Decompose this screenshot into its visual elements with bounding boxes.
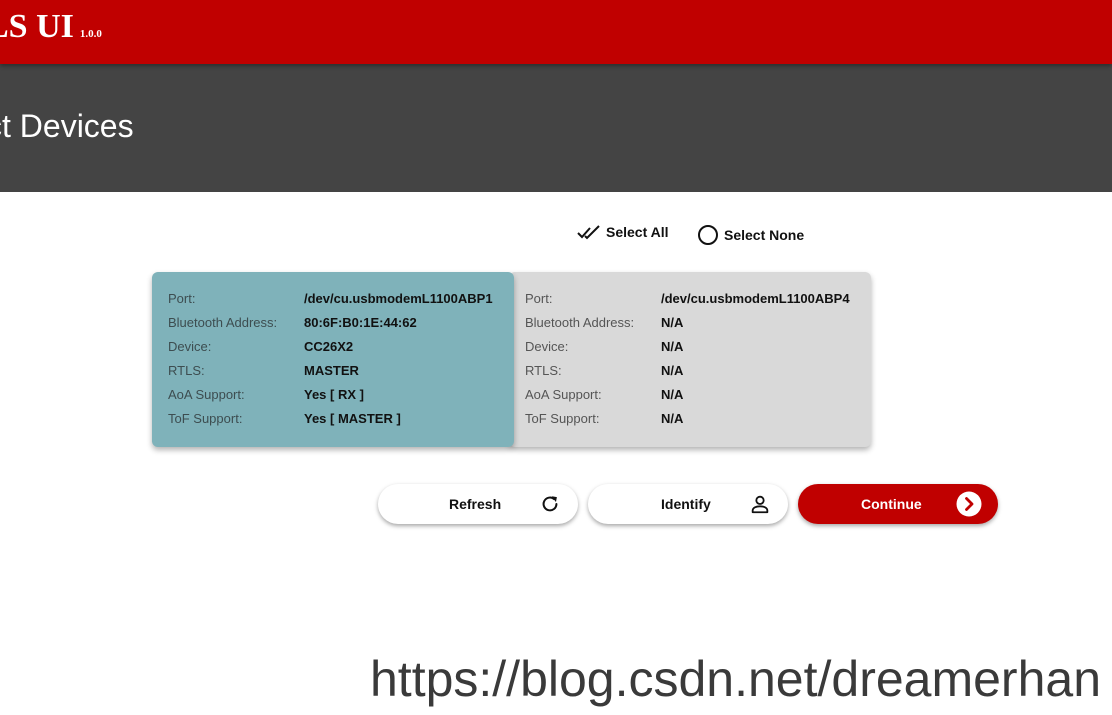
field-value: N/A: [661, 339, 684, 354]
field-value: N/A: [661, 363, 684, 378]
field-label: RTLS:: [525, 363, 562, 378]
identify-button[interactable]: Identify: [588, 484, 788, 524]
field-value: N/A: [661, 411, 684, 426]
select-all-label: Select All: [606, 224, 669, 240]
field-value: Yes [ MASTER ]: [304, 411, 401, 426]
refresh-label: Refresh: [449, 496, 502, 512]
page-header: ct Devices: [0, 64, 1112, 192]
field-value: N/A: [661, 315, 684, 330]
select-none-label: Select None: [724, 227, 805, 243]
device-card-2[interactable]: Port: /dev/cu.usbmodemL1100ABP4 Bluetoot…: [509, 272, 871, 447]
field-value: /dev/cu.usbmodemL1100ABP4: [661, 291, 850, 306]
app-name: LS UI: [0, 8, 74, 45]
empty-circle-icon: [698, 225, 718, 245]
select-all-button[interactable]: Select All: [577, 224, 669, 240]
app-bar: LS UI 1.0.0: [0, 0, 1112, 64]
chevron-right-icon: [956, 491, 982, 517]
field-value: /dev/cu.usbmodemL1100ABP1: [304, 291, 493, 306]
field-value: Yes [ RX ]: [304, 387, 364, 402]
field-label: AoA Support:: [525, 387, 602, 402]
field-label: RTLS:: [168, 363, 205, 378]
page: LS UI 1.0.0 ct Devices Select All Select …: [0, 0, 1112, 715]
identify-label: Identify: [661, 496, 711, 512]
double-check-icon: [577, 225, 600, 240]
person-icon: [751, 495, 769, 514]
field-label: ToF Support:: [525, 411, 600, 426]
refresh-button[interactable]: Refresh: [378, 484, 578, 524]
field-label: ToF Support:: [168, 411, 243, 426]
field-value: N/A: [661, 387, 684, 402]
field-value: MASTER: [304, 363, 359, 378]
watermark-url: https://blog.csdn.net/dreamerhan: [370, 651, 1102, 707]
field-label: Bluetooth Address:: [168, 315, 278, 330]
field-value: 80:6F:B0:1E:44:62: [304, 315, 417, 330]
refresh-icon: [542, 496, 558, 512]
device-card-1[interactable]: Port: /dev/cu.usbmodemL1100ABP1 Bluetoot…: [152, 272, 514, 447]
app-version: 1.0.0: [79, 28, 102, 40]
app-title: LS UI 1.0.0: [0, 8, 102, 46]
field-label: Port:: [168, 291, 196, 306]
field-value: CC26X2: [304, 339, 354, 354]
field-label: Device:: [168, 339, 212, 354]
field-label: Port:: [525, 291, 553, 306]
select-none-button[interactable]: Select None: [697, 224, 804, 246]
field-label: AoA Support:: [168, 387, 245, 402]
field-label: Device:: [525, 339, 569, 354]
continue-label: Continue: [861, 496, 922, 512]
page-title: ct Devices: [0, 108, 134, 144]
field-label: Bluetooth Address:: [525, 315, 635, 330]
continue-button[interactable]: Continue: [798, 484, 998, 524]
